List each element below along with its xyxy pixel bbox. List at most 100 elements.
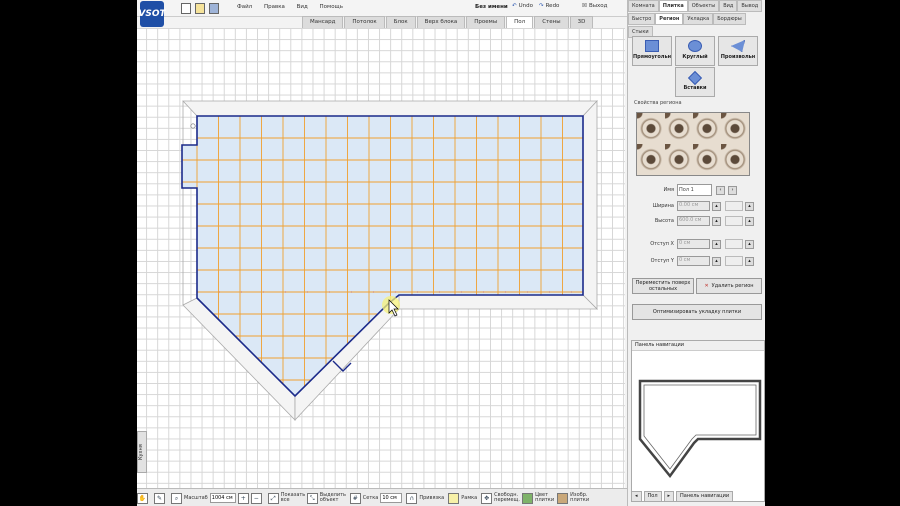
grid-control: # Сетка: [349, 492, 403, 504]
hand-tool[interactable]: ✋: [137, 492, 150, 504]
tab-tile[interactable]: Плитка: [658, 0, 688, 12]
nav-back-button[interactable]: ◂: [631, 491, 642, 502]
hand-icon: ✋: [137, 492, 148, 504]
right-tabs-row1: Комната Плитка Объекты Вид Вывод: [628, 0, 765, 13]
nav-panel-title: Панель навигации: [632, 341, 764, 351]
redo-button[interactable]: ↷ Redo: [539, 3, 559, 9]
right-panel: Комната Плитка Объекты Вид Вывод Быстро …: [627, 0, 765, 506]
region-width-field[interactable]: 0.00 см: [677, 201, 710, 211]
menu-file[interactable]: Файл: [237, 4, 252, 10]
tab-objects[interactable]: Объекты: [687, 0, 720, 12]
bottom-toolbar: ✋ ✎ ⌕ Масштаб + − ⤢Показать все ⤡Выделит…: [137, 488, 627, 506]
pencil-tool[interactable]: ✎: [154, 492, 167, 504]
side-tab-kitchen[interactable]: Кухня: [137, 431, 147, 473]
zoom-out-button[interactable]: −: [250, 492, 262, 504]
circle-icon: [688, 40, 702, 52]
tile-preview-image[interactable]: [636, 112, 750, 176]
nav-forward-button[interactable]: ▸: [663, 491, 675, 502]
offset-x-row: Отступ X 0 см ▴ ▴: [636, 239, 756, 249]
snap-toggle[interactable]: ∩ Привязка: [406, 492, 444, 504]
app-logo: VSOT: [138, 1, 166, 27]
menu-help[interactable]: Помощь: [320, 4, 343, 10]
undo-button[interactable]: ↶ Undo: [512, 3, 533, 9]
zoom-in-button[interactable]: +: [237, 492, 249, 504]
offset-y-extra-spin[interactable]: ▴: [745, 256, 754, 266]
offset-x-extra-field[interactable]: [725, 239, 743, 249]
inserts-button[interactable]: Вставки: [675, 67, 715, 97]
move-over-button[interactable]: Переместить поверх остальных: [632, 278, 694, 294]
tab-room[interactable]: Комната: [628, 0, 659, 12]
nav-minimap[interactable]: [632, 351, 764, 501]
zoom-control: ⌕ Масштаб + −: [171, 492, 264, 504]
tab-region[interactable]: Регион: [655, 13, 684, 25]
open-folder-icon[interactable]: [195, 3, 205, 14]
tab-output[interactable]: Вывод: [737, 0, 763, 12]
move-icon: ✥: [481, 492, 493, 504]
tab-laying[interactable]: Укладка: [683, 13, 714, 25]
menu-edit[interactable]: Правка: [264, 4, 285, 10]
offset-x-extra-spin[interactable]: ▴: [745, 239, 754, 249]
region-width-row: Ширина 0.00 см ▴ ▴: [636, 201, 756, 211]
show-all-button[interactable]: ⤢ Показать все: [267, 492, 305, 504]
vertex-handle[interactable]: [190, 123, 196, 129]
delete-icon: ✕: [704, 283, 709, 289]
wall-top: [182, 100, 598, 117]
wall-bottom: [398, 294, 598, 310]
magnifier-icon[interactable]: ⌕: [171, 492, 182, 504]
offset-x-spin[interactable]: ▴: [712, 239, 721, 249]
width-extra-field[interactable]: [725, 201, 743, 211]
main-menu: Файл Правка Вид Помощь: [237, 4, 353, 10]
tile-color-toggle[interactable]: Цвет плитки: [522, 492, 554, 504]
next-region-button[interactable]: ›: [728, 185, 737, 195]
width-extra-spin[interactable]: ▴: [745, 201, 754, 211]
offset-x-field[interactable]: 0 см: [677, 239, 710, 249]
save-icon[interactable]: [209, 3, 219, 14]
rect-region-button[interactable]: Прямоугольн: [632, 36, 672, 66]
width-spin[interactable]: ▴: [712, 201, 721, 211]
tile-image-toggle[interactable]: Изобр. плитки: [557, 492, 589, 504]
optimize-layout-button[interactable]: Оптимизировать укладку плитки: [632, 304, 762, 320]
scale-input[interactable]: [209, 493, 236, 503]
nav-panel-tab[interactable]: Панель навигации: [676, 491, 734, 502]
offset-y-field[interactable]: 0 см: [677, 256, 710, 266]
new-file-icon[interactable]: [181, 3, 191, 14]
select-object-button[interactable]: ⤡ Выделить объект: [306, 492, 346, 504]
pencil-icon: ✎: [154, 492, 165, 504]
free-region-button[interactable]: Произвольн: [718, 36, 758, 66]
frame-icon: [448, 492, 460, 504]
nav-floor-tab[interactable]: Пол: [643, 491, 662, 502]
menu-view[interactable]: Вид: [297, 4, 308, 10]
insert-icon: [687, 70, 703, 86]
view-tabs: Мансард Потолок Блок Верх блока Проемы П…: [302, 16, 594, 29]
height-extra-field[interactable]: [725, 216, 743, 226]
floor-plan-canvas[interactable]: Кухня: [137, 28, 625, 488]
tile-color-icon: [522, 492, 534, 504]
tab-borders[interactable]: Бордюры: [713, 13, 746, 25]
free-move-toggle[interactable]: ✥ Свободн. перемещ.: [481, 492, 520, 504]
tab-quick[interactable]: Быстро: [628, 13, 656, 25]
delete-region-button[interactable]: ✕ Удалить регион: [696, 278, 762, 294]
rectangle-icon: [645, 40, 659, 52]
wall-right: [582, 99, 598, 310]
tile-image-icon: [557, 492, 569, 504]
region-name-input[interactable]: [677, 184, 712, 196]
offset-y-extra-field[interactable]: [725, 256, 743, 266]
region-name-row: Имя ‹ ›: [636, 184, 756, 196]
floor-plan-drawing[interactable]: [137, 28, 625, 488]
height-extra-spin[interactable]: ▴: [745, 216, 754, 226]
exit-icon: ☒: [582, 3, 587, 9]
nav-panel-footer: ◂ Пол ▸ Панель навигации: [631, 491, 763, 502]
region-height-field[interactable]: 600.0 см: [677, 216, 710, 226]
navigation-panel: Панель навигации: [631, 340, 765, 502]
tab-view[interactable]: Вид: [719, 0, 738, 12]
frame-toggle[interactable]: Рамка: [448, 492, 477, 504]
offset-y-spin[interactable]: ▴: [712, 256, 721, 266]
grid-size-input[interactable]: [380, 493, 403, 503]
height-spin[interactable]: ▴: [712, 216, 721, 226]
exit-button[interactable]: ☒ Выход: [582, 3, 607, 9]
prev-region-button[interactable]: ‹: [716, 185, 725, 195]
magnet-icon: ∩: [406, 492, 418, 504]
top-toolbar: VSOT Файл Правка Вид Помощь Без имени ↶ U…: [137, 0, 627, 27]
round-region-button[interactable]: Круглый: [675, 36, 715, 66]
grid-icon[interactable]: #: [349, 492, 361, 504]
